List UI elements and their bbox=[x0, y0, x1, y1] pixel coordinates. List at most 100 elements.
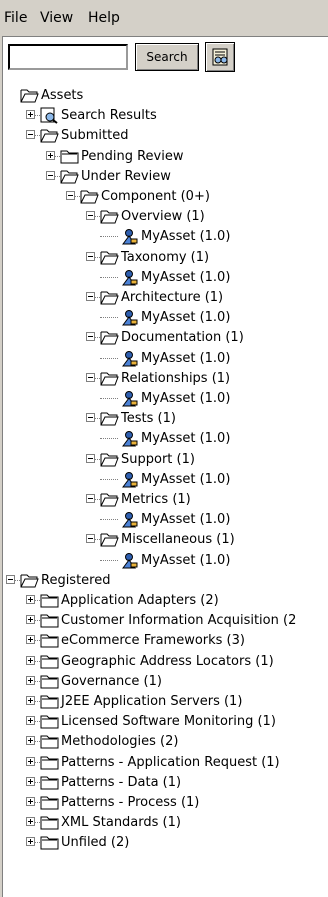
tree-node[interactable]: Governance (1) bbox=[0, 673, 328, 693]
tree-node[interactable]: Submitted bbox=[0, 127, 328, 147]
folder-open-icon bbox=[40, 129, 59, 143]
tree-node-label: Under Review bbox=[81, 169, 171, 184]
tree-node[interactable]: Customer Information Acquisition (2 bbox=[0, 612, 328, 632]
tree-node[interactable]: Search Results bbox=[0, 107, 328, 127]
tree-node[interactable]: MyAsset (1.0) bbox=[0, 430, 328, 450]
expand-icon[interactable] bbox=[26, 736, 35, 745]
tree-node[interactable]: MyAsset (1.0) bbox=[0, 471, 328, 491]
search-button[interactable]: Search bbox=[135, 43, 199, 71]
expand-icon[interactable] bbox=[26, 716, 35, 725]
expand-icon[interactable] bbox=[26, 837, 35, 846]
tree-node[interactable]: Assets bbox=[0, 87, 328, 107]
tree-node[interactable]: Overview (1) bbox=[0, 208, 328, 228]
asset-icon bbox=[122, 229, 138, 245]
tree-node[interactable]: Documentation (1) bbox=[0, 329, 328, 349]
tree-node-label: MyAsset (1.0) bbox=[141, 431, 231, 446]
tree-connector bbox=[100, 358, 118, 360]
tree-node[interactable]: Tests (1) bbox=[0, 410, 328, 430]
expand-icon[interactable] bbox=[26, 676, 35, 685]
tree-node[interactable]: Patterns - Data (1) bbox=[0, 774, 328, 794]
tree-node[interactable]: Miscellaneous (1) bbox=[0, 531, 328, 551]
tree-node[interactable]: eCommerce Frameworks (3) bbox=[0, 632, 328, 652]
collapse-icon[interactable] bbox=[86, 454, 95, 463]
collapse-icon[interactable] bbox=[86, 332, 95, 341]
search-input[interactable] bbox=[8, 44, 128, 70]
expand-icon[interactable] bbox=[46, 151, 55, 160]
collapse-icon[interactable] bbox=[86, 534, 95, 543]
folder-open-icon bbox=[100, 372, 119, 386]
tree-node[interactable]: MyAsset (1.0) bbox=[0, 511, 328, 531]
tree-node[interactable]: Methodologies (2) bbox=[0, 733, 328, 753]
tree-node[interactable]: Metrics (1) bbox=[0, 491, 328, 511]
asset-icon bbox=[122, 391, 138, 407]
tree-node-label: MyAsset (1.0) bbox=[141, 229, 231, 244]
tree-node[interactable]: Patterns - Process (1) bbox=[0, 794, 328, 814]
tree-node[interactable]: Relationships (1) bbox=[0, 370, 328, 390]
folder-icon bbox=[40, 594, 59, 608]
tree-node-label: MyAsset (1.0) bbox=[141, 472, 231, 487]
expand-icon[interactable] bbox=[26, 777, 35, 786]
tree-node[interactable]: MyAsset (1.0) bbox=[0, 309, 328, 329]
tree-node[interactable]: XML Standards (1) bbox=[0, 814, 328, 834]
tree-node[interactable]: Under Review bbox=[0, 168, 328, 188]
tree-node-label: MyAsset (1.0) bbox=[141, 512, 231, 527]
tree-node[interactable]: J2EE Application Servers (1) bbox=[0, 693, 328, 713]
collapse-icon[interactable] bbox=[66, 191, 75, 200]
tree-node-label: Documentation (1) bbox=[121, 330, 244, 345]
tree-node[interactable]: MyAsset (1.0) bbox=[0, 390, 328, 410]
tree-node[interactable]: Pending Review bbox=[0, 148, 328, 168]
tree-node-label: MyAsset (1.0) bbox=[141, 270, 231, 285]
tree-node[interactable]: Registered bbox=[0, 572, 328, 592]
tree-connector bbox=[100, 438, 118, 440]
tree-node[interactable]: Licensed Software Monitoring (1) bbox=[0, 713, 328, 733]
tree-node[interactable]: Application Adapters (2) bbox=[0, 592, 328, 612]
folder-open-icon bbox=[100, 210, 119, 224]
folder-open-icon bbox=[100, 493, 119, 507]
collapse-icon[interactable] bbox=[86, 413, 95, 422]
collapse-icon[interactable] bbox=[86, 292, 95, 301]
tree-node[interactable]: Unfiled (2) bbox=[0, 834, 328, 854]
collapse-icon[interactable] bbox=[46, 171, 55, 180]
tree-node-label: Geographic Address Locators (1) bbox=[61, 654, 274, 669]
expand-icon[interactable] bbox=[26, 656, 35, 665]
folder-icon bbox=[40, 796, 59, 810]
tree-node-label: Patterns - Application Request (1) bbox=[61, 755, 280, 770]
collapse-icon[interactable] bbox=[86, 211, 95, 220]
expand-icon[interactable] bbox=[26, 696, 35, 705]
collapse-icon[interactable] bbox=[86, 373, 95, 382]
expand-icon[interactable] bbox=[26, 635, 35, 644]
tree-node[interactable]: MyAsset (1.0) bbox=[0, 228, 328, 248]
menu-help[interactable]: Help bbox=[88, 10, 120, 26]
tree-node[interactable]: MyAsset (1.0) bbox=[0, 350, 328, 370]
collapse-icon[interactable] bbox=[6, 575, 15, 584]
tree-node[interactable]: Geographic Address Locators (1) bbox=[0, 653, 328, 673]
folder-icon bbox=[40, 634, 59, 648]
folder-open-icon bbox=[100, 331, 119, 345]
collapse-icon[interactable] bbox=[86, 494, 95, 503]
tree-node[interactable]: Taxonomy (1) bbox=[0, 249, 328, 269]
expand-icon[interactable] bbox=[26, 757, 35, 766]
expand-icon[interactable] bbox=[26, 595, 35, 604]
menu-file[interactable]: File bbox=[4, 10, 27, 26]
tree-node-label: XML Standards (1) bbox=[61, 815, 181, 830]
tree-node[interactable]: MyAsset (1.0) bbox=[0, 269, 328, 289]
collapse-icon[interactable] bbox=[26, 130, 35, 139]
tree-node-label: Taxonomy (1) bbox=[121, 250, 210, 265]
asset-icon bbox=[122, 431, 138, 447]
tree-node[interactable]: Patterns - Application Request (1) bbox=[0, 754, 328, 774]
tree-node[interactable]: Architecture (1) bbox=[0, 289, 328, 309]
expand-icon[interactable] bbox=[26, 615, 35, 624]
expand-icon[interactable] bbox=[26, 797, 35, 806]
tree-node-label: Methodologies (2) bbox=[61, 734, 179, 749]
tree-node-label: Miscellaneous (1) bbox=[121, 532, 235, 547]
collapse-icon[interactable] bbox=[86, 252, 95, 261]
asset-icon bbox=[122, 310, 138, 326]
menu-view[interactable]: View bbox=[40, 10, 73, 26]
tree-node[interactable]: Support (1) bbox=[0, 451, 328, 471]
expand-icon[interactable] bbox=[26, 110, 35, 119]
asset-icon bbox=[122, 351, 138, 367]
expand-icon[interactable] bbox=[26, 817, 35, 826]
tree-node[interactable]: Component (0+) bbox=[0, 188, 328, 208]
find-icon-button[interactable] bbox=[205, 42, 235, 72]
tree-node[interactable]: MyAsset (1.0) bbox=[0, 552, 328, 572]
